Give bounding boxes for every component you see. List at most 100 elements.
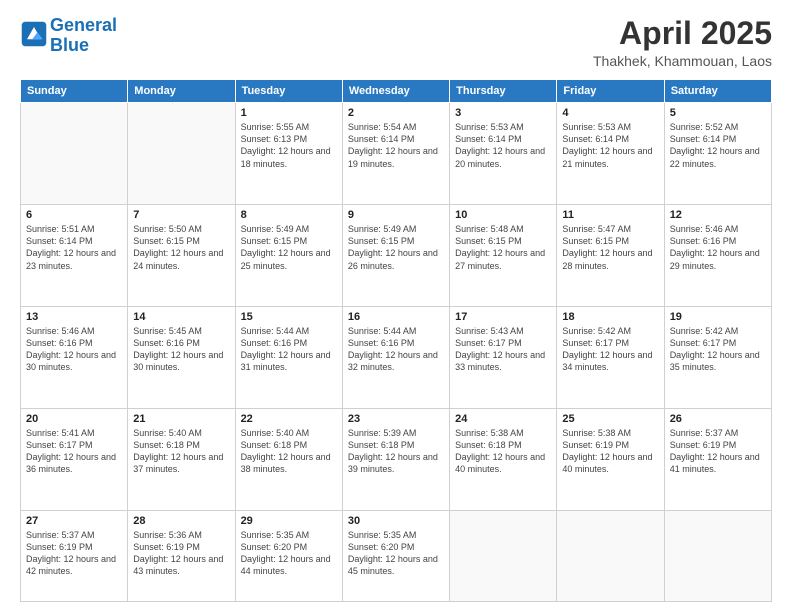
day-number: 4 <box>562 107 658 119</box>
table-row: 25Sunrise: 5:38 AM Sunset: 6:19 PM Dayli… <box>557 408 664 510</box>
day-number: 15 <box>241 311 337 323</box>
table-row: 12Sunrise: 5:46 AM Sunset: 6:16 PM Dayli… <box>664 205 771 307</box>
day-number: 8 <box>241 209 337 221</box>
table-row: 7Sunrise: 5:50 AM Sunset: 6:15 PM Daylig… <box>128 205 235 307</box>
day-number: 7 <box>133 209 229 221</box>
table-row <box>128 103 235 205</box>
day-number: 9 <box>348 209 444 221</box>
table-row <box>557 510 664 601</box>
cell-info: Sunrise: 5:35 AM Sunset: 6:20 PM Dayligh… <box>241 529 337 578</box>
cell-info: Sunrise: 5:47 AM Sunset: 6:15 PM Dayligh… <box>562 223 658 272</box>
cell-info: Sunrise: 5:54 AM Sunset: 6:14 PM Dayligh… <box>348 121 444 170</box>
day-number: 22 <box>241 413 337 425</box>
day-number: 19 <box>670 311 766 323</box>
table-row: 22 Sunrise: 5:40 AM Sunset: 6:18 PM Dayli… <box>235 408 342 510</box>
day-number: 28 <box>133 515 229 527</box>
day-number: 10 <box>455 209 551 221</box>
header-tuesday: Tuesday <box>235 80 342 103</box>
day-number: 6 <box>26 209 122 221</box>
cell-info: Sunrise: 5:37 AM Sunset: 6:19 PM Dayligh… <box>26 529 122 578</box>
cell-info: Sunrise: 5:55 AM Sunset: 6:13 PM Dayligh… <box>241 121 337 170</box>
cell-info: Sunrise: 5:40 AM Sunset: 6:18 PM Dayligh… <box>133 427 229 476</box>
cell-info: Sunrise: 5:38 AM Sunset: 6:19 PM Dayligh… <box>562 427 658 476</box>
cell-info: Sunrise: 5:42 AM Sunset: 6:17 PM Dayligh… <box>562 325 658 374</box>
table-row <box>21 103 128 205</box>
header: General Blue April 2025 Thakhek, Khammou… <box>20 16 772 69</box>
day-number: 5 <box>670 107 766 119</box>
table-row: 28Sunrise: 5:36 AM Sunset: 6:19 PM Dayli… <box>128 510 235 601</box>
cell-info: Sunrise: 5:43 AM Sunset: 6:17 PM Dayligh… <box>455 325 551 374</box>
day-number: 20 <box>26 413 122 425</box>
day-number: 18 <box>562 311 658 323</box>
table-row: 5 Sunrise: 5:52 AM Sunset: 6:14 PM Daylig… <box>664 103 771 205</box>
table-row: 21 Sunrise: 5:40 AM Sunset: 6:18 PM Dayli… <box>128 408 235 510</box>
cell-info: Sunrise: 5:53 AM Sunset: 6:14 PM Dayligh… <box>455 121 551 170</box>
cell-info: Sunrise: 5:40 AM Sunset: 6:18 PM Dayligh… <box>241 427 337 476</box>
day-number: 3 <box>455 107 551 119</box>
table-row: 27Sunrise: 5:37 AM Sunset: 6:19 PM Dayli… <box>21 510 128 601</box>
logo-icon <box>20 20 48 48</box>
cell-info: Sunrise: 5:44 AM Sunset: 6:16 PM Dayligh… <box>348 325 444 374</box>
day-number: 23 <box>348 413 444 425</box>
day-number: 2 <box>348 107 444 119</box>
title-block: April 2025 Thakhek, Khammouan, Laos <box>593 16 772 69</box>
table-row: 16 Sunrise: 5:44 AM Sunset: 6:16 PM Dayli… <box>342 307 449 409</box>
day-number: 16 <box>348 311 444 323</box>
header-friday: Friday <box>557 80 664 103</box>
table-row: 30Sunrise: 5:35 AM Sunset: 6:20 PM Dayli… <box>342 510 449 601</box>
weekday-header-row: Sunday Monday Tuesday Wednesday Thursday… <box>21 80 772 103</box>
calendar-week-row: 27Sunrise: 5:37 AM Sunset: 6:19 PM Dayli… <box>21 510 772 601</box>
table-row: 3 Sunrise: 5:53 AM Sunset: 6:14 PM Daylig… <box>450 103 557 205</box>
table-row: 1 Sunrise: 5:55 AM Sunset: 6:13 PM Daylig… <box>235 103 342 205</box>
calendar-table: Sunday Monday Tuesday Wednesday Thursday… <box>20 79 772 602</box>
table-row: 19 Sunrise: 5:42 AM Sunset: 6:17 PM Dayli… <box>664 307 771 409</box>
table-row: 9 Sunrise: 5:49 AM Sunset: 6:15 PM Daylig… <box>342 205 449 307</box>
table-row: 15 Sunrise: 5:44 AM Sunset: 6:16 PM Dayli… <box>235 307 342 409</box>
logo-line2: Blue <box>50 35 89 55</box>
cell-info: Sunrise: 5:52 AM Sunset: 6:14 PM Dayligh… <box>670 121 766 170</box>
day-number: 24 <box>455 413 551 425</box>
day-number: 1 <box>241 107 337 119</box>
cell-info: Sunrise: 5:49 AM Sunset: 6:15 PM Dayligh… <box>241 223 337 272</box>
day-number: 13 <box>26 311 122 323</box>
calendar-page: General Blue April 2025 Thakhek, Khammou… <box>0 0 792 612</box>
table-row: 29 Sunrise: 5:35 AM Sunset: 6:20 PM Dayli… <box>235 510 342 601</box>
header-wednesday: Wednesday <box>342 80 449 103</box>
table-row: 18 Sunrise: 5:42 AM Sunset: 6:17 PM Dayli… <box>557 307 664 409</box>
cell-info: Sunrise: 5:35 AM Sunset: 6:20 PM Dayligh… <box>348 529 444 578</box>
calendar-title: April 2025 <box>593 16 772 51</box>
cell-info: Sunrise: 5:51 AM Sunset: 6:14 PM Dayligh… <box>26 223 122 272</box>
table-row: 23 Sunrise: 5:39 AM Sunset: 6:18 PM Dayli… <box>342 408 449 510</box>
table-row: 26Sunrise: 5:37 AM Sunset: 6:19 PM Dayli… <box>664 408 771 510</box>
header-sunday: Sunday <box>21 80 128 103</box>
calendar-week-row: 1 Sunrise: 5:55 AM Sunset: 6:13 PM Daylig… <box>21 103 772 205</box>
calendar-week-row: 13Sunrise: 5:46 AM Sunset: 6:16 PM Dayli… <box>21 307 772 409</box>
cell-info: Sunrise: 5:44 AM Sunset: 6:16 PM Dayligh… <box>241 325 337 374</box>
table-row: 8 Sunrise: 5:49 AM Sunset: 6:15 PM Daylig… <box>235 205 342 307</box>
cell-info: Sunrise: 5:42 AM Sunset: 6:17 PM Dayligh… <box>670 325 766 374</box>
cell-info: Sunrise: 5:39 AM Sunset: 6:18 PM Dayligh… <box>348 427 444 476</box>
day-number: 12 <box>670 209 766 221</box>
day-number: 21 <box>133 413 229 425</box>
header-thursday: Thursday <box>450 80 557 103</box>
calendar-week-row: 6 Sunrise: 5:51 AM Sunset: 6:14 PM Daylig… <box>21 205 772 307</box>
table-row: 11Sunrise: 5:47 AM Sunset: 6:15 PM Dayli… <box>557 205 664 307</box>
logo-line1: General <box>50 15 117 35</box>
table-row <box>450 510 557 601</box>
table-row <box>664 510 771 601</box>
cell-info: Sunrise: 5:53 AM Sunset: 6:14 PM Dayligh… <box>562 121 658 170</box>
day-number: 29 <box>241 515 337 527</box>
cell-info: Sunrise: 5:48 AM Sunset: 6:15 PM Dayligh… <box>455 223 551 272</box>
logo: General Blue <box>20 16 117 56</box>
day-number: 17 <box>455 311 551 323</box>
logo-text: General Blue <box>50 16 117 56</box>
table-row: 10 Sunrise: 5:48 AM Sunset: 6:15 PM Dayli… <box>450 205 557 307</box>
cell-info: Sunrise: 5:38 AM Sunset: 6:18 PM Dayligh… <box>455 427 551 476</box>
table-row: 17 Sunrise: 5:43 AM Sunset: 6:17 PM Dayli… <box>450 307 557 409</box>
cell-info: Sunrise: 5:49 AM Sunset: 6:15 PM Dayligh… <box>348 223 444 272</box>
table-row: 20Sunrise: 5:41 AM Sunset: 6:17 PM Dayli… <box>21 408 128 510</box>
table-row: 6 Sunrise: 5:51 AM Sunset: 6:14 PM Daylig… <box>21 205 128 307</box>
table-row: 13Sunrise: 5:46 AM Sunset: 6:16 PM Dayli… <box>21 307 128 409</box>
header-monday: Monday <box>128 80 235 103</box>
day-number: 26 <box>670 413 766 425</box>
